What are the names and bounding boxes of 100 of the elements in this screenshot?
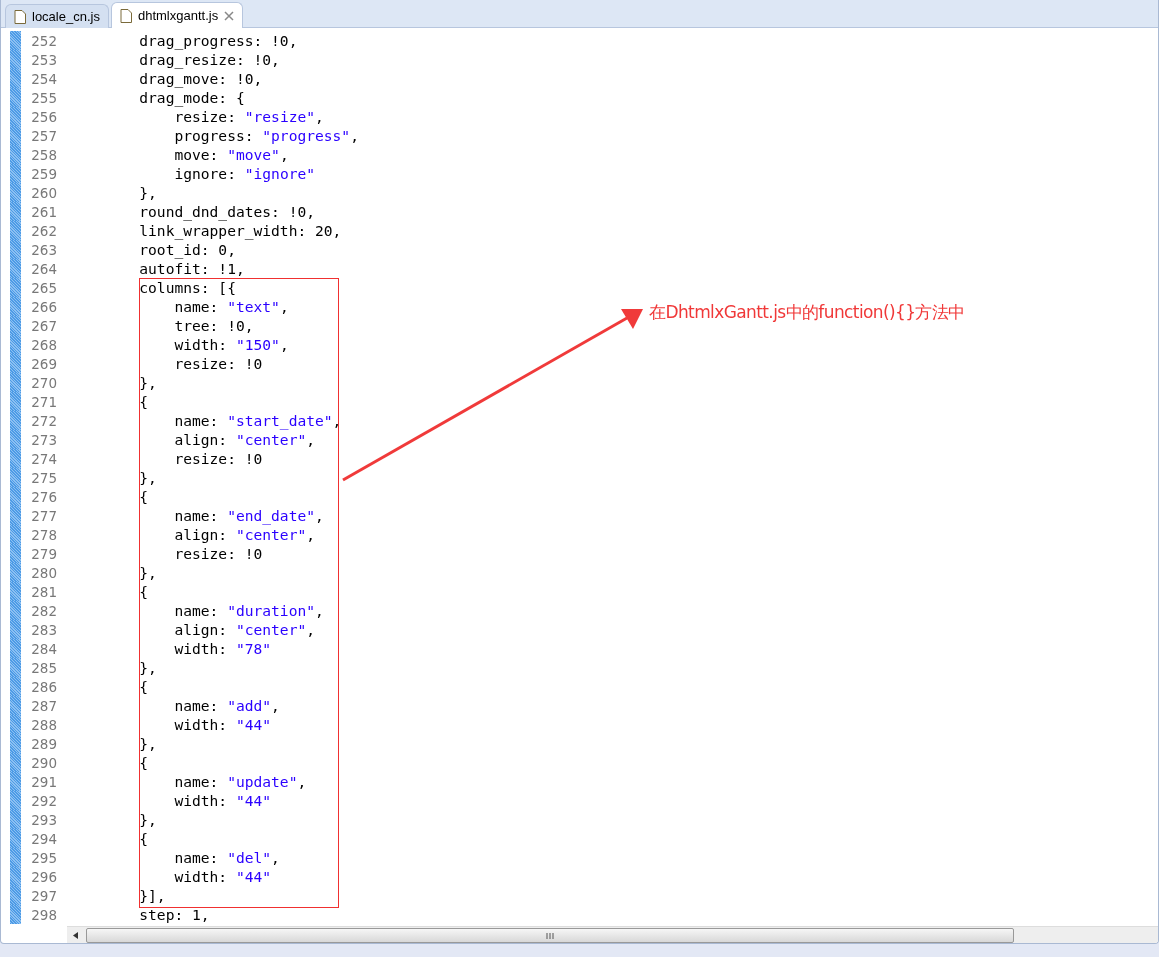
line-number: 278 (30, 526, 58, 543)
change-marker (10, 69, 21, 88)
code-line: name: "duration", (173, 602, 324, 619)
line-number: 267 (30, 317, 58, 334)
line-number: 288 (30, 716, 58, 733)
code-line: tree: !0, (173, 317, 254, 334)
code-line: width: "44" (173, 792, 272, 809)
change-marker (10, 316, 21, 335)
change-marker (10, 810, 21, 829)
code-line: ignore: "ignore" (173, 165, 316, 182)
change-marker (10, 88, 21, 107)
code-line: name: "del", (173, 849, 280, 866)
line-number: 294 (30, 830, 58, 847)
line-number: 281 (30, 583, 58, 600)
line-number: 255 (30, 89, 58, 106)
code-line: { (138, 754, 149, 771)
code-line: name: "text", (173, 298, 289, 315)
change-marker (10, 411, 21, 430)
code-line: name: "start_date", (173, 412, 342, 429)
line-number: 275 (30, 469, 58, 486)
line-number: 293 (30, 811, 58, 828)
change-marker (10, 848, 21, 867)
change-marker (10, 335, 21, 354)
change-marker (10, 753, 21, 772)
change-marker (10, 183, 21, 202)
code-line: }, (138, 659, 157, 676)
line-number: 262 (30, 222, 58, 239)
line-number: 252 (30, 32, 58, 49)
line-number: 271 (30, 393, 58, 410)
file-icon (119, 8, 132, 23)
code-line: { (138, 678, 149, 695)
line-number: 283 (30, 621, 58, 638)
code-line: progress: "progress", (173, 127, 359, 144)
code-line: link_wrapper_width: 20, (138, 222, 342, 239)
change-marker (10, 867, 21, 886)
code-line: name: "update", (173, 773, 307, 790)
change-marker (10, 126, 21, 145)
change-marker (10, 696, 21, 715)
code-line: name: "end_date", (173, 507, 324, 524)
code-line: width: "78" (173, 640, 272, 657)
change-marker (10, 240, 21, 259)
change-marker (10, 202, 21, 221)
change-marker (10, 297, 21, 316)
line-number: 276 (30, 488, 58, 505)
code-line: drag_move: !0, (138, 70, 263, 87)
line-number: 280 (30, 564, 58, 581)
change-marker (10, 31, 21, 50)
annotation-text: 在DhtmlxGantt.js中的function(){}方法中 (649, 301, 965, 324)
code-line: }, (138, 374, 157, 391)
scrollbar-thumb[interactable] (86, 928, 1014, 943)
change-marker (10, 620, 21, 639)
line-number: 264 (30, 260, 58, 277)
code-line: width: "44" (173, 868, 272, 885)
line-number: 256 (30, 108, 58, 125)
change-marker (10, 791, 21, 810)
code-line: root_id: 0, (138, 241, 236, 258)
change-marker (10, 886, 21, 905)
line-number: 260 (30, 184, 58, 201)
code-line: step: 1, (138, 906, 210, 923)
code-line: }, (138, 184, 157, 201)
change-marker (10, 449, 21, 468)
change-marker (10, 601, 21, 620)
change-marker (10, 468, 21, 487)
code-line: { (138, 488, 149, 505)
code-line: round_dnd_dates: !0, (138, 203, 315, 220)
line-number: 274 (30, 450, 58, 467)
editor-tab[interactable]: dhtmlxgantt.js (110, 2, 244, 28)
code-line: drag_mode: { (138, 89, 245, 106)
line-number: 290 (30, 754, 58, 771)
code-line: resize: !0 (173, 355, 263, 372)
change-marker (10, 658, 21, 677)
code-line: }, (138, 469, 157, 486)
change-marker (10, 715, 21, 734)
change-marker (10, 563, 21, 582)
change-marker (10, 50, 21, 69)
change-marker (10, 430, 21, 449)
change-marker (10, 164, 21, 183)
code-line: columns: [{ (138, 279, 236, 296)
code-line: align: "center", (173, 621, 316, 638)
code-line: }, (138, 564, 157, 581)
editor-tab[interactable]: locale_cn.js (5, 4, 109, 28)
code-line: width: "44" (173, 716, 272, 733)
change-marker (10, 145, 21, 164)
change-marker (10, 544, 21, 563)
line-number: 291 (30, 773, 58, 790)
change-marker (10, 677, 21, 696)
change-marker (10, 107, 21, 126)
line-number: 253 (30, 51, 58, 68)
change-marker (10, 259, 21, 278)
code-line: }, (138, 735, 157, 752)
change-marker (10, 221, 21, 240)
change-marker (10, 525, 21, 544)
code-line: resize: "resize", (173, 108, 324, 125)
change-marker (10, 373, 21, 392)
line-number: 257 (30, 127, 58, 144)
code-line: name: "add", (173, 697, 280, 714)
line-number: 272 (30, 412, 58, 429)
line-number: 279 (30, 545, 58, 562)
close-icon[interactable] (224, 10, 235, 21)
line-number: 292 (30, 792, 58, 809)
